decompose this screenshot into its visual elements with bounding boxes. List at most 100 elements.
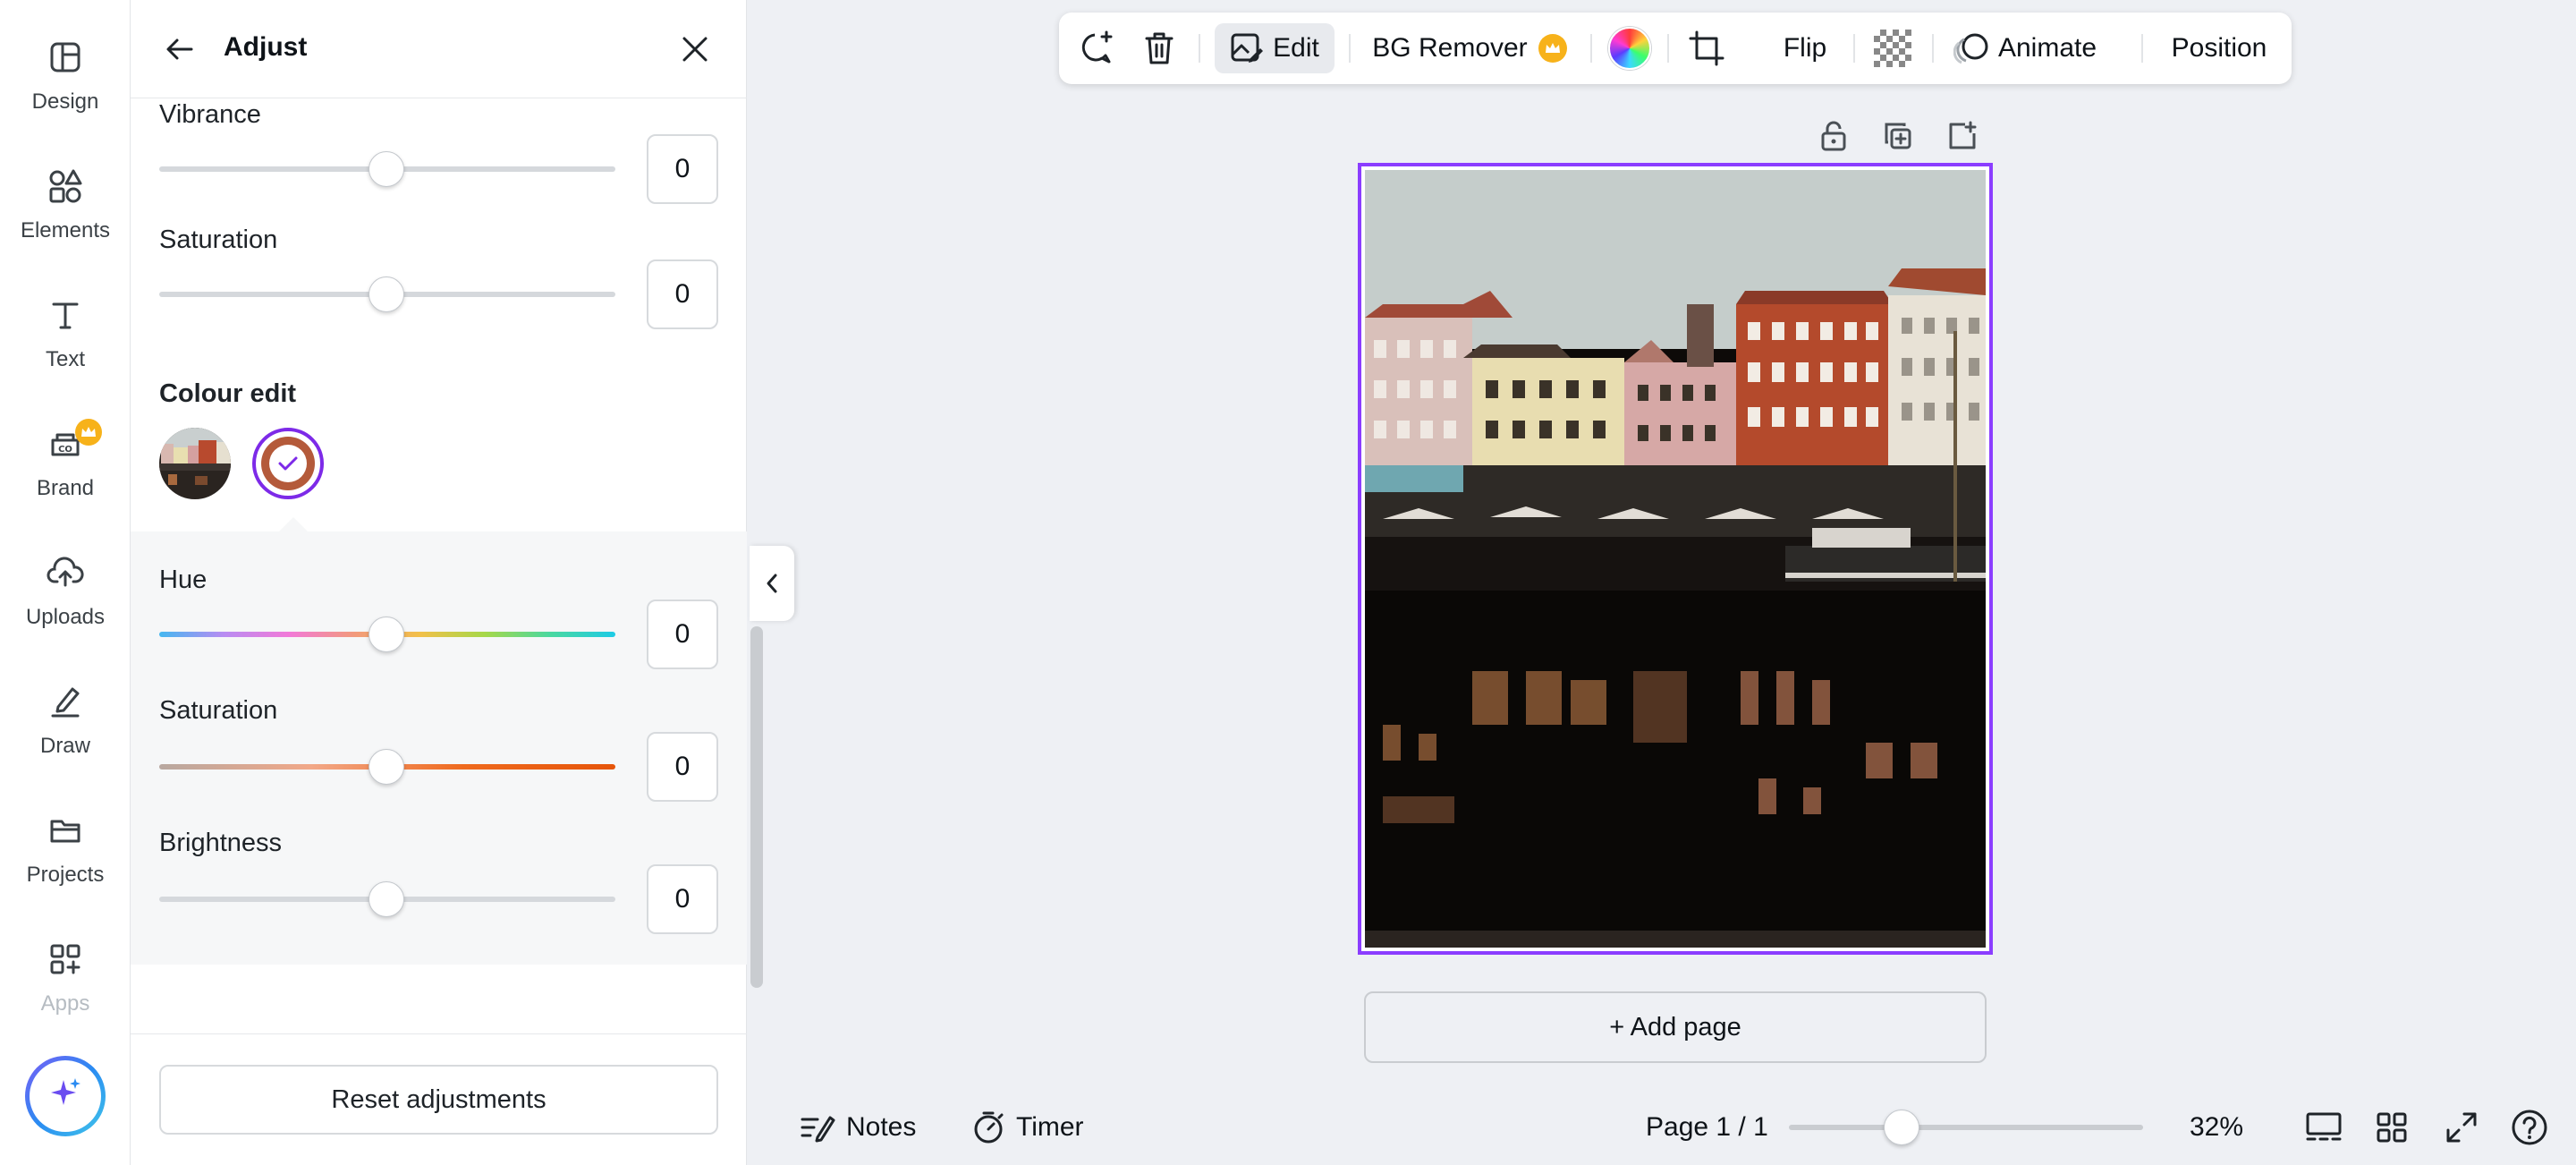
delete-button[interactable]: [1134, 23, 1184, 73]
saturation-slider-thumb[interactable]: [369, 276, 404, 312]
hue-slider-thumb[interactable]: [369, 617, 404, 652]
saturation-label: Saturation: [159, 225, 278, 254]
rail-label: Design: [31, 89, 99, 114]
arrow-left-icon: [166, 38, 193, 60]
trash-icon: [1145, 32, 1174, 64]
vibrance-label: Vibrance: [159, 100, 261, 129]
vibrance-slider-thumb[interactable]: [369, 151, 404, 187]
photo-colour-swatch[interactable]: [159, 428, 231, 499]
design-page[interactable]: [1358, 163, 1993, 955]
panel-header: Adjust: [131, 0, 747, 98]
svg-text:CO: CO: [58, 445, 72, 455]
lock-button[interactable]: [1814, 116, 1853, 156]
design-icon: [44, 36, 87, 79]
colour-wheel-icon: [1608, 27, 1651, 70]
bg-remover-button[interactable]: BG Remover: [1363, 23, 1576, 73]
help-icon: [2512, 1110, 2547, 1145]
sparkle-icon: [46, 1075, 85, 1118]
colour-edit-heading: Colour edit: [159, 379, 297, 408]
rail-item-text[interactable]: Text: [0, 277, 131, 385]
brightness-slider-thumb[interactable]: [369, 881, 404, 917]
adjust-panel: Adjust Vibrance 0 Saturation 0 Colour ed…: [131, 0, 763, 1165]
image-toolbar: Edit BG Remover Flip Animate Position: [1059, 13, 2292, 84]
crop-icon: [1689, 30, 1724, 66]
page-view-button[interactable]: [2299, 1102, 2349, 1152]
flip-button[interactable]: Flip: [1773, 23, 1837, 73]
animate-label: Animate: [1997, 33, 2097, 63]
rail-label: Text: [45, 347, 85, 371]
rail-item-apps[interactable]: Apps: [0, 922, 131, 1029]
hue-value-input[interactable]: 0: [647, 600, 718, 669]
rail-item-brand[interactable]: CO Brand: [0, 406, 131, 514]
add-page-button-top[interactable]: [1943, 116, 1982, 156]
lock-icon: [1821, 121, 1846, 151]
colour-saturation-slider-thumb[interactable]: [369, 749, 404, 785]
brightness-label: Brightness: [159, 829, 283, 857]
panel-scrollbar[interactable]: [750, 626, 763, 988]
close-button[interactable]: [673, 27, 717, 72]
rail-item-projects[interactable]: Projects: [0, 793, 131, 900]
duplicate-icon: [1885, 123, 1911, 149]
rail-item-uploads[interactable]: Uploads: [0, 535, 131, 642]
comment-add-icon: [1081, 30, 1113, 64]
animate-icon: [1953, 33, 1988, 64]
rail-label: Projects: [26, 863, 105, 887]
edit-image-icon: [1231, 33, 1264, 63]
colour-picker-button[interactable]: [1605, 23, 1655, 73]
timer-button[interactable]: Timer: [971, 1102, 1084, 1152]
rail-item-elements[interactable]: Elements: [0, 149, 131, 256]
close-icon: [682, 37, 708, 62]
rail-label: Uploads: [25, 605, 106, 629]
fullscreen-button[interactable]: [2436, 1102, 2487, 1152]
elements-icon: [44, 165, 87, 208]
notes-button[interactable]: Notes: [800, 1102, 916, 1152]
help-button[interactable]: [2504, 1102, 2555, 1152]
notes-label: Notes: [846, 1112, 917, 1142]
bg-remover-label: BG Remover: [1372, 33, 1528, 63]
duplicate-button[interactable]: [1878, 116, 1918, 156]
checkmark-icon: [278, 456, 298, 471]
page-indicator[interactable]: Page 1 / 1: [1646, 1102, 1768, 1152]
add-page-button[interactable]: + Add page: [1364, 991, 1987, 1063]
rail-item-draw[interactable]: Draw: [0, 664, 131, 771]
crown-icon: [75, 419, 102, 446]
vibrance-value-input[interactable]: 0: [647, 134, 718, 204]
collapse-panel-button[interactable]: [750, 546, 794, 621]
rail-item-design[interactable]: Design: [0, 20, 131, 127]
panel-title: Adjust: [224, 32, 308, 62]
saturation-value-input[interactable]: 0: [647, 259, 718, 329]
comment-button[interactable]: [1072, 23, 1122, 73]
magic-assistant-button[interactable]: [25, 1056, 106, 1136]
rail-label: Draw: [39, 734, 90, 758]
reset-adjustments-button[interactable]: Reset adjustments: [159, 1065, 718, 1135]
folder-icon: [44, 809, 87, 852]
harbour-photo[interactable]: [1365, 170, 1986, 948]
rail-label: Elements: [20, 218, 111, 242]
hue-label: Hue: [159, 565, 208, 594]
expand-icon: [2446, 1112, 2477, 1143]
cloud-upload-icon: [44, 551, 87, 594]
grid-view-button[interactable]: [2367, 1102, 2417, 1152]
pen-icon: [44, 680, 87, 723]
timer-label: Timer: [1016, 1112, 1084, 1142]
colour-saturation-value-input[interactable]: 0: [647, 732, 718, 802]
back-button[interactable]: [157, 27, 202, 72]
colour-saturation-label: Saturation: [159, 696, 278, 725]
selected-colour-swatch[interactable]: [252, 428, 324, 499]
animate-button[interactable]: Animate: [1945, 23, 2106, 73]
rail-label: Apps: [40, 991, 90, 1016]
crop-button[interactable]: [1682, 23, 1732, 73]
zoom-slider-thumb[interactable]: [1884, 1110, 1919, 1145]
apps-icon: [44, 938, 87, 981]
brightness-value-input[interactable]: 0: [647, 864, 718, 934]
edit-image-button[interactable]: Edit: [1215, 23, 1335, 73]
flip-label: Flip: [1783, 33, 1827, 63]
transparency-button[interactable]: [1868, 23, 1918, 73]
add-page-icon: [1949, 121, 1977, 149]
transparency-icon: [1874, 30, 1911, 67]
timer-icon: [974, 1111, 1004, 1144]
position-button[interactable]: Position: [2157, 23, 2281, 73]
zoom-level[interactable]: 32%: [2190, 1102, 2243, 1152]
colour-edit-controls: Hue 0 Saturation 0 Brightness 0: [131, 531, 747, 965]
zoom-slider-track[interactable]: [1789, 1125, 2143, 1130]
